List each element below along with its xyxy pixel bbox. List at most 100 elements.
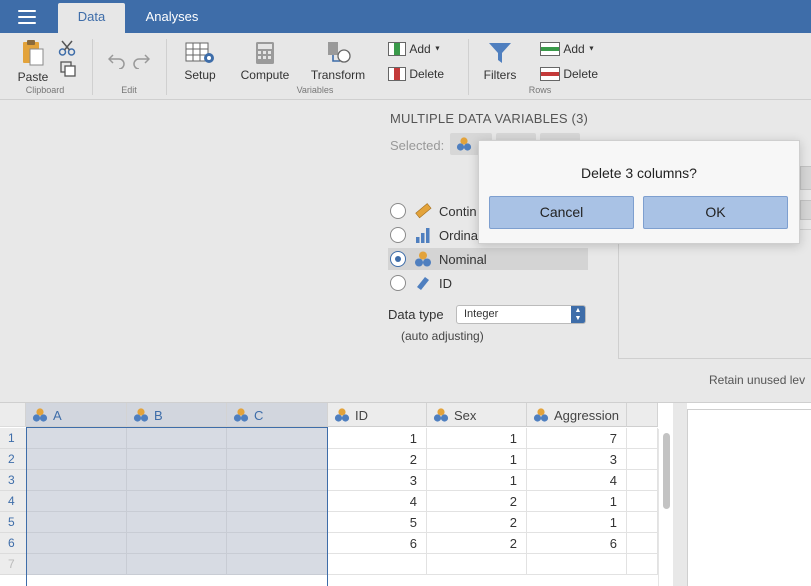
table-cell[interactable] bbox=[627, 449, 658, 470]
add-row-button[interactable]: Add ▼ bbox=[540, 41, 602, 56]
table-cell[interactable] bbox=[227, 533, 328, 554]
radio-button[interactable] bbox=[390, 251, 406, 267]
levels-list[interactable] bbox=[618, 229, 811, 359]
table-cell[interactable] bbox=[127, 491, 227, 512]
table-cell[interactable] bbox=[26, 449, 127, 470]
measure-type-label: Ordina bbox=[439, 228, 479, 243]
row-number[interactable]: 6 bbox=[0, 533, 26, 554]
row-number[interactable]: 7 bbox=[0, 554, 26, 575]
paste-icon bbox=[23, 40, 44, 66]
paste-label: Paste bbox=[17, 70, 49, 84]
radio-button[interactable] bbox=[390, 203, 406, 219]
table-cell[interactable]: 2 bbox=[427, 533, 527, 554]
table-cell[interactable] bbox=[627, 491, 658, 512]
table-cell[interactable]: 1 bbox=[527, 491, 627, 512]
row-number[interactable]: 3 bbox=[0, 470, 26, 491]
table-cell[interactable]: 2 bbox=[427, 512, 527, 533]
cancel-button[interactable]: Cancel bbox=[489, 196, 634, 229]
table-cell[interactable] bbox=[627, 470, 658, 491]
row-number[interactable]: 5 bbox=[0, 512, 26, 533]
tab-analyses[interactable]: Analyses bbox=[134, 3, 210, 33]
table-cell[interactable] bbox=[26, 428, 127, 449]
vertical-scrollbar[interactable] bbox=[658, 429, 673, 586]
delete-row-button[interactable]: Delete bbox=[540, 66, 602, 81]
table-cell[interactable]: 1 bbox=[527, 512, 627, 533]
corner-cell[interactable] bbox=[0, 403, 26, 427]
radio-button[interactable] bbox=[390, 227, 406, 243]
table-cell[interactable] bbox=[227, 491, 328, 512]
table-cell[interactable] bbox=[227, 449, 328, 470]
table-cell[interactable] bbox=[227, 554, 328, 575]
table-cell[interactable] bbox=[227, 512, 328, 533]
ruler-icon bbox=[415, 203, 432, 219]
table-cell[interactable]: 7 bbox=[527, 428, 627, 449]
setup-button[interactable]: Setup bbox=[180, 41, 220, 82]
column-header-empty[interactable] bbox=[627, 403, 658, 427]
table-cell[interactable]: 2 bbox=[328, 449, 427, 470]
table-cell[interactable] bbox=[328, 554, 427, 575]
table-cell[interactable] bbox=[627, 554, 658, 575]
filters-button[interactable]: Filters bbox=[480, 41, 520, 82]
table-cell[interactable]: 6 bbox=[527, 533, 627, 554]
table-cell[interactable]: 1 bbox=[427, 428, 527, 449]
measure-type-nominal[interactable]: Nominal bbox=[388, 248, 588, 270]
column-header-a[interactable]: A bbox=[26, 403, 127, 427]
divider bbox=[92, 39, 93, 95]
add-variable-button[interactable]: Add ▼ bbox=[388, 41, 448, 56]
table-cell[interactable]: 3 bbox=[527, 449, 627, 470]
table-cell[interactable]: 2 bbox=[427, 491, 527, 512]
transform-button[interactable]: Transform bbox=[308, 41, 368, 82]
table-cell[interactable] bbox=[127, 533, 227, 554]
table-cell[interactable] bbox=[127, 470, 227, 491]
column-header-b[interactable]: B bbox=[127, 403, 227, 427]
measure-type-id[interactable]: ID bbox=[388, 272, 588, 294]
table-cell[interactable]: 6 bbox=[328, 533, 427, 554]
table-cell[interactable] bbox=[26, 554, 127, 575]
splitter[interactable] bbox=[673, 403, 687, 586]
table-cell[interactable]: 1 bbox=[427, 449, 527, 470]
column-header-sex[interactable]: Sex bbox=[427, 403, 527, 427]
table-cell[interactable] bbox=[26, 533, 127, 554]
table-cell[interactable] bbox=[427, 554, 527, 575]
add-column-icon bbox=[388, 41, 406, 56]
table-cell[interactable]: 5 bbox=[328, 512, 427, 533]
copy-icon[interactable] bbox=[60, 61, 76, 77]
row-number[interactable]: 2 bbox=[0, 449, 26, 470]
table-cell[interactable]: 1 bbox=[328, 428, 427, 449]
radio-button[interactable] bbox=[390, 275, 406, 291]
table-cell[interactable] bbox=[127, 512, 227, 533]
column-header-id[interactable]: ID bbox=[328, 403, 427, 427]
table-cell[interactable] bbox=[627, 428, 658, 449]
measure-type-label: Contin bbox=[439, 204, 477, 219]
row-number[interactable]: 1 bbox=[0, 428, 26, 449]
table-cell[interactable]: 4 bbox=[328, 491, 427, 512]
table-cell[interactable] bbox=[26, 470, 127, 491]
row-number[interactable]: 4 bbox=[0, 491, 26, 512]
table-cell[interactable] bbox=[26, 491, 127, 512]
paste-button[interactable]: Paste bbox=[16, 39, 50, 84]
tab-data[interactable]: Data bbox=[58, 3, 125, 33]
menu-icon[interactable] bbox=[18, 10, 36, 24]
table-cell[interactable] bbox=[227, 470, 328, 491]
cut-icon[interactable] bbox=[58, 39, 76, 57]
table-cell[interactable] bbox=[127, 554, 227, 575]
delete-variable-button[interactable]: Delete bbox=[388, 66, 448, 81]
redo-icon[interactable] bbox=[132, 53, 150, 69]
table-cell[interactable] bbox=[527, 554, 627, 575]
column-header-c[interactable]: C bbox=[227, 403, 328, 427]
scrollbar-thumb[interactable] bbox=[663, 433, 670, 509]
table-cell[interactable] bbox=[627, 533, 658, 554]
table-cell[interactable]: 3 bbox=[328, 470, 427, 491]
table-cell[interactable] bbox=[227, 428, 328, 449]
table-cell[interactable] bbox=[127, 428, 227, 449]
compute-button[interactable]: Compute bbox=[238, 41, 292, 82]
table-cell[interactable]: 1 bbox=[427, 470, 527, 491]
ok-button[interactable]: OK bbox=[643, 196, 788, 229]
table-cell[interactable]: 4 bbox=[527, 470, 627, 491]
column-header-aggression[interactable]: Aggression bbox=[527, 403, 627, 427]
table-cell[interactable] bbox=[627, 512, 658, 533]
undo-icon[interactable] bbox=[108, 53, 126, 69]
data-type-select[interactable]: Integer ▲ ▼ bbox=[456, 305, 586, 324]
table-cell[interactable] bbox=[127, 449, 227, 470]
table-cell[interactable] bbox=[26, 512, 127, 533]
